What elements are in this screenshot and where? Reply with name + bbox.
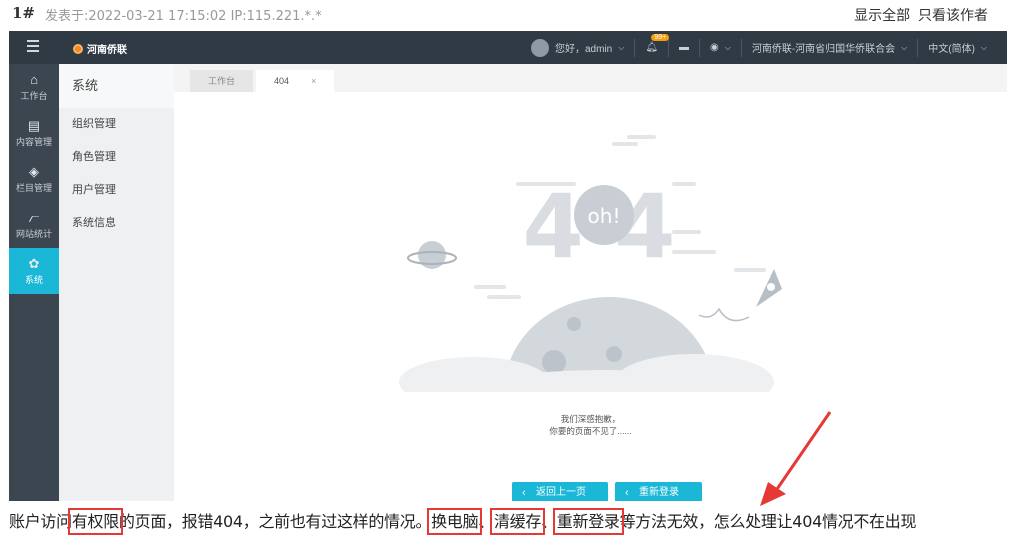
post-body-text: 账户访问有权限的页面，报错404，之前也有过这样的情况。换电脑、清缓存、重新登录… [9,508,1018,535]
highlight-box: 有权限 [67,508,123,535]
annotation-arrow [760,411,832,506]
highlight-box: 清缓存 [489,508,546,535]
caption-text: 、 [478,512,494,531]
caption-text: 等方法无效，怎么处理让404情况不在出现 [619,512,917,531]
caption-text: 的页面，报错404，之前也有过这样的情况。 [118,512,432,531]
caption-text: 账户访问 [9,512,72,531]
highlight-box: 重新登录 [552,508,624,535]
caption-text: 、 [541,512,557,531]
highlight-box: 换电脑 [427,508,483,535]
